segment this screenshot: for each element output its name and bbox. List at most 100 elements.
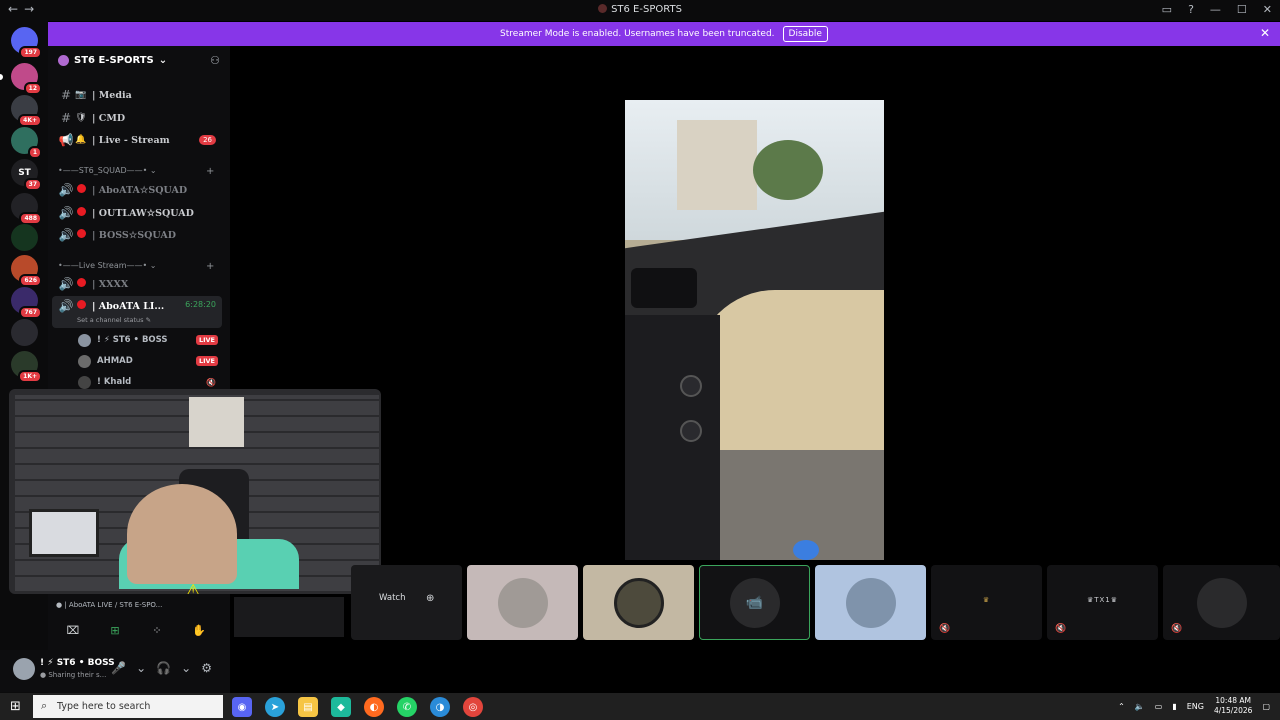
guild-icon-7[interactable]: [11, 224, 38, 251]
banner-close-icon[interactable]: ✕: [1260, 26, 1270, 40]
network-icon[interactable]: ▭: [1155, 702, 1163, 711]
close-window-button[interactable]: ✕: [1263, 3, 1272, 16]
guild-icon-3[interactable]: 4K+: [11, 95, 42, 127]
category-squad[interactable]: •——ST6_SQUAD——• ⌄ +: [58, 166, 214, 177]
mention-badge: 26: [199, 135, 216, 145]
chevron-down-icon[interactable]: ⌄: [136, 661, 146, 675]
webcam-overlay: ⚠: [9, 389, 381, 594]
red-circle-icon: [76, 207, 86, 216]
discord-app-icon[interactable]: ◉: [232, 697, 252, 717]
telegram-app-icon[interactable]: ➤: [265, 697, 285, 717]
speaker-icon: 🔊: [58, 277, 74, 291]
voice-channel-xxxx[interactable]: 🔊 | XXXX: [58, 274, 226, 294]
watch-together-icon[interactable]: ⊕: [426, 593, 434, 604]
channel-name: | CMD: [92, 112, 126, 124]
avatar: [1196, 577, 1247, 628]
participant-logo: ♛TX1♛: [1086, 596, 1119, 604]
disable-button[interactable]: Disable: [782, 26, 828, 42]
banner-text: Streamer Mode is enabled. Usernames have…: [500, 29, 775, 39]
guild-icon-9[interactable]: 767: [11, 287, 42, 319]
watch-tile[interactable]: Watch ⊕: [351, 565, 462, 640]
chevron-down-icon[interactable]: ⌄: [181, 661, 191, 675]
clock-date: 4/15/2026: [1213, 706, 1253, 715]
notification-icon[interactable]: ▢: [1262, 702, 1270, 711]
add-channel-icon[interactable]: +: [206, 166, 214, 177]
windows-start-icon[interactable]: ⊞: [10, 699, 21, 714]
guild-icon-home[interactable]: 197: [11, 27, 42, 59]
participant-tile[interactable]: [815, 565, 926, 640]
stream-video[interactable]: [625, 100, 884, 560]
microphone-icon[interactable]: 🎤: [111, 661, 126, 675]
chevron-up-icon[interactable]: ⌃: [1118, 702, 1125, 711]
active-voice-channel[interactable]: 🔊 | AboATA LI... 6:28:20 Set a channel st…: [52, 296, 222, 328]
guild-icon-2[interactable]: 12: [11, 63, 42, 95]
red-circle-icon: [76, 278, 86, 287]
participant-tile[interactable]: ♛ 🔇: [931, 565, 1042, 640]
stream-knob: [680, 420, 702, 442]
participant-tile[interactable]: [467, 565, 578, 640]
guild-icon-11[interactable]: 1K+: [11, 351, 42, 383]
window-title: ST6 E-SPORTS: [0, 4, 1280, 15]
taskbar-search[interactable]: ⌕ Type here to search: [33, 695, 223, 718]
server-name: ST6 E-SPORTS: [74, 55, 154, 66]
server-header[interactable]: ST6 E-SPORTS ⌄: [58, 55, 167, 66]
battery-icon[interactable]: ▮: [1172, 702, 1176, 711]
voice-channel-boss-squad[interactable]: 🔊 | BOSS☆SQUAD: [58, 225, 226, 245]
channel-media[interactable]: # 📷 | Media: [58, 85, 226, 105]
live-badge: LIVE: [195, 335, 218, 345]
voice-channel-outlaw-squad[interactable]: 🔊 | OUTLAW☆SQUAD: [58, 203, 226, 223]
watch-button[interactable]: Watch: [379, 593, 405, 603]
stream-tree: [753, 140, 823, 200]
voice-user[interactable]: ! ⚡ ST6 • BOSS LIVE: [78, 331, 220, 349]
participant-tile[interactable]: [583, 565, 694, 640]
guild-icon-st6[interactable]: ST 37: [11, 159, 42, 191]
participant-tile[interactable]: 🔇: [1163, 565, 1280, 640]
announcement-icon: 📢: [58, 133, 74, 147]
clock[interactable]: 10:48 AM 4/15/2026: [1214, 696, 1252, 716]
guild-icon-8[interactable]: 626: [11, 255, 42, 287]
guild-icon-10[interactable]: [11, 319, 38, 346]
speaker-icon[interactable]: 🔈: [1135, 702, 1145, 711]
user-panel: ! ⚡ ST6 • BOSS ● Sharing their s... 🎤 ⌄ …: [0, 650, 230, 692]
unread-pill: [0, 74, 3, 80]
help-icon[interactable]: ?: [1188, 3, 1194, 16]
maximize-button[interactable]: ☐: [1237, 3, 1247, 16]
voice-user-name: ! ⚡ ST6 • BOSS: [97, 335, 168, 345]
category-live-stream[interactable]: •——Live Stream——• ⌄ +: [58, 261, 214, 272]
bell-emoji-icon: 🔔: [75, 135, 87, 145]
channel-cmd[interactable]: # 🛡 | CMD: [58, 108, 226, 128]
text-channel-icon: #: [60, 111, 72, 125]
voice-channel-aboata-squad[interactable]: 🔊 | AboATA☆SQUAD: [58, 180, 226, 200]
participant-tile[interactable]: ♛TX1♛ 🔇: [1047, 565, 1158, 640]
guild-badge: 1K+: [18, 370, 42, 383]
gear-icon[interactable]: ⚙: [201, 661, 212, 675]
active-channel-row: 🔊 | AboATA LI...: [58, 296, 188, 316]
guild-badge: 197: [19, 46, 42, 59]
chrome-icon[interactable]: ◎: [463, 697, 483, 717]
participant-tile-selected[interactable]: 📹: [699, 565, 810, 640]
add-channel-icon[interactable]: +: [206, 261, 214, 272]
invite-people-icon[interactable]: ⚇: [210, 54, 220, 67]
category-label: •——Live Stream——•: [58, 261, 148, 270]
avatar[interactable]: [13, 658, 35, 680]
channel-status-link[interactable]: Set a channel status ✎: [77, 316, 151, 324]
inbox-icon[interactable]: ▭: [1162, 3, 1172, 16]
guild-icon-4[interactable]: 1: [11, 127, 42, 159]
avatar: [497, 577, 548, 628]
whatsapp-icon[interactable]: ✆: [397, 697, 417, 717]
app-icon[interactable]: ◆: [331, 697, 351, 717]
language-indicator[interactable]: ENG: [1187, 702, 1204, 711]
file-explorer-icon[interactable]: ▤: [298, 697, 318, 717]
category-label: •——ST6_SQUAD——•: [58, 166, 148, 175]
guild-badge: 4K+: [18, 114, 42, 127]
firefox-icon[interactable]: ◐: [364, 697, 384, 717]
muted-icon: 🔇: [1055, 624, 1067, 634]
edge-icon[interactable]: ◑: [430, 697, 450, 717]
minimize-button[interactable]: —: [1210, 3, 1221, 16]
channel-live-stream[interactable]: 📢 🔔 | Live - Stream 26: [58, 130, 226, 150]
headphones-icon[interactable]: 🎧: [156, 661, 171, 675]
guild-icon-6[interactable]: 488: [11, 193, 42, 225]
voice-user[interactable]: AHMAD LIVE: [78, 352, 220, 370]
stream-console: [625, 315, 720, 560]
muted-icon: 🔇: [1171, 624, 1183, 634]
